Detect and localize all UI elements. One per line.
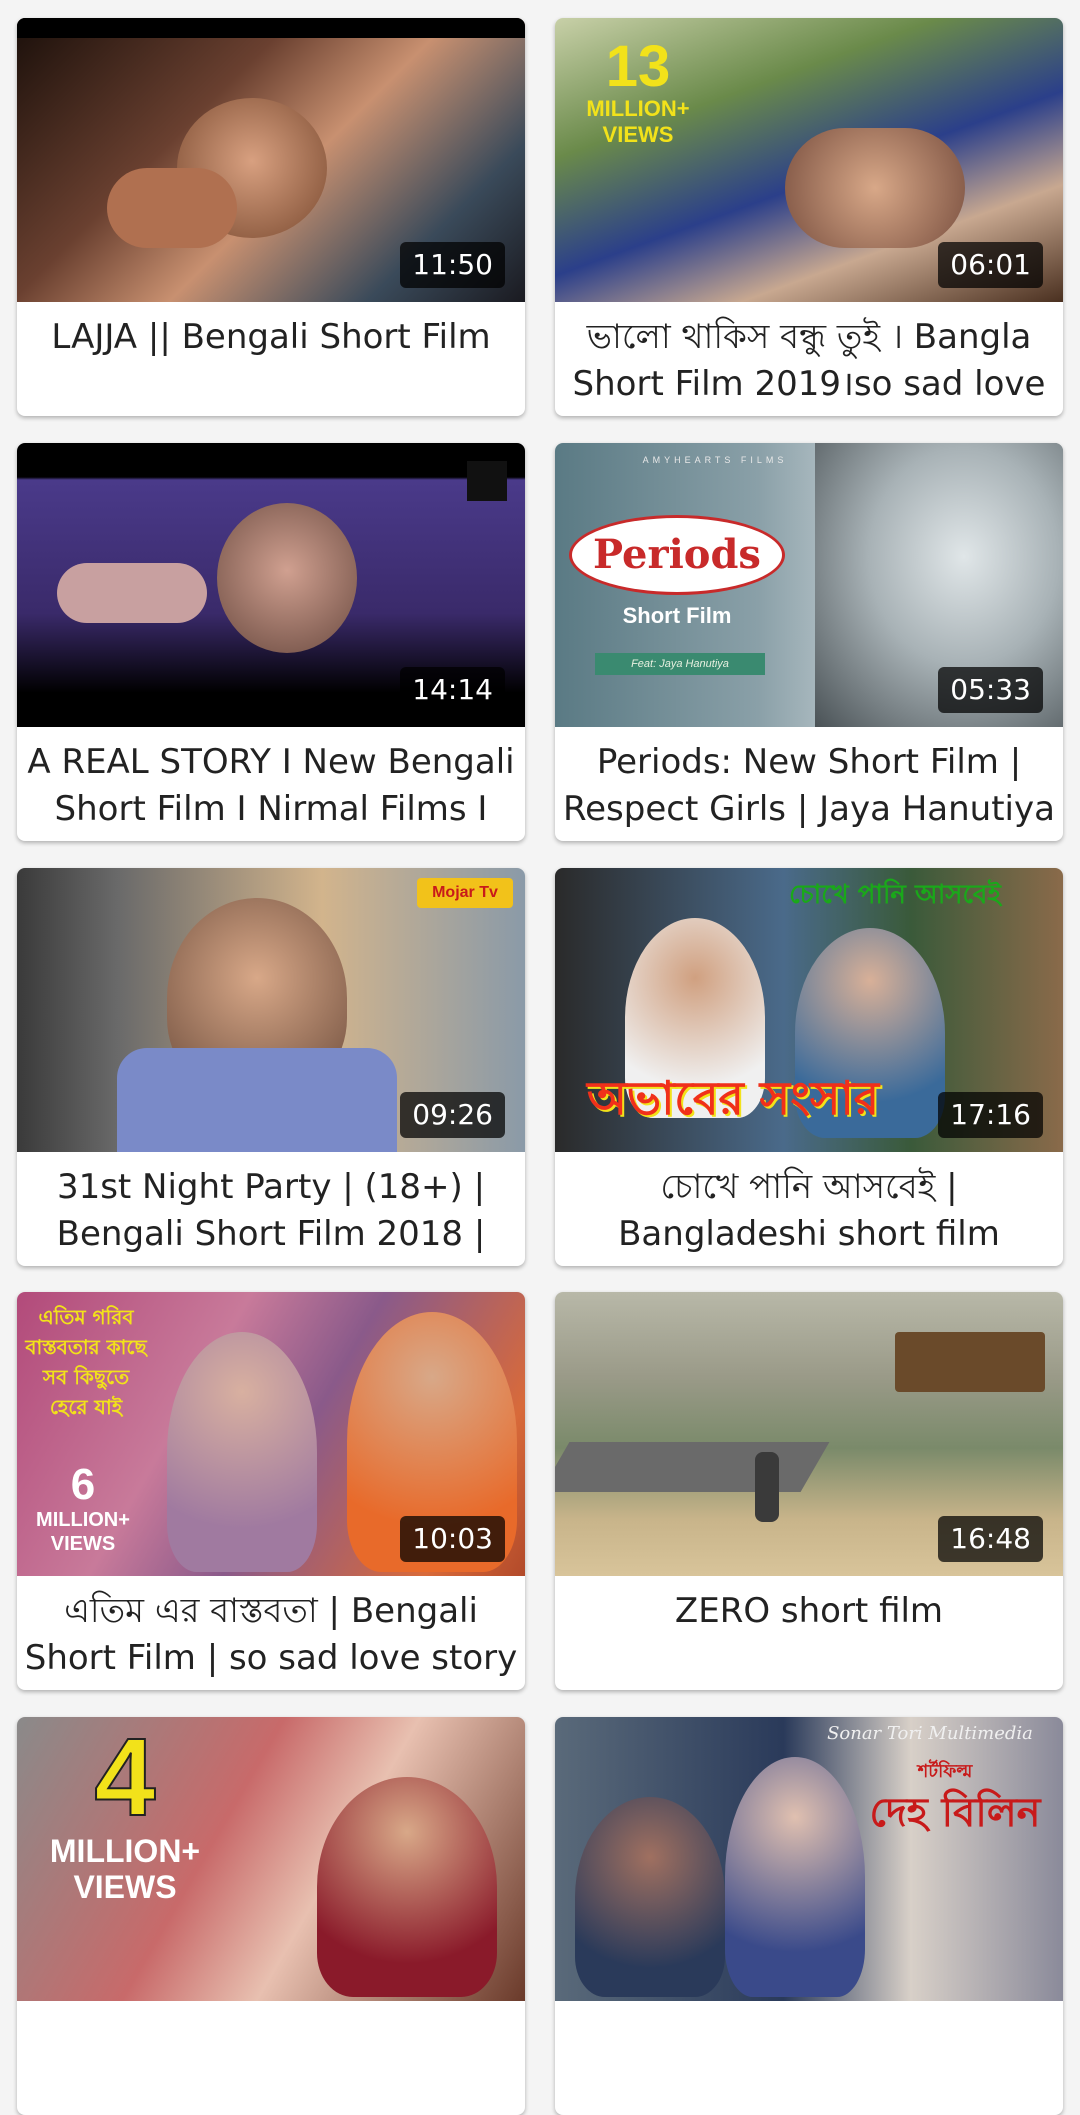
video-card[interactable]: 16:48 ZERO short film — [555, 1292, 1063, 1690]
video-card[interactable]: AMYHEARTS FILMS Periods Short Film Feat:… — [555, 443, 1063, 841]
video-card[interactable]: Mojar Tv 09:26 31st Night Party | (18+) … — [17, 868, 525, 1266]
duration-badge: 06:01 — [938, 242, 1043, 288]
brand-label: AMYHEARTS FILMS — [642, 455, 788, 465]
video-title[interactable]: ভালো থাকিস বন্ধু তুই । Bangla Short Film… — [555, 302, 1063, 410]
video-title[interactable]: চোখে পানি আসবেই | Bangladeshi short film — [555, 1152, 1063, 1260]
bengali-overlay: এতিম গরিব বাস্তবতার কাছে সব কিছুতে হেরে … — [25, 1305, 147, 1419]
thumbnail-title-art: অভাবের সংসার — [586, 1071, 880, 1125]
video-title[interactable]: 31st Night Party | (18+) | Bengali Short… — [17, 1152, 525, 1260]
title-badge: Periods — [569, 515, 785, 595]
video-card[interactable]: 14:14 A REAL STORY I New Bengali Short F… — [17, 443, 525, 841]
feat-label: Feat: Jaya Hanutiya — [595, 653, 765, 675]
video-title[interactable]: Periods: New Short Film | Respect Girls … — [555, 727, 1063, 835]
video-card[interactable]: 13 MILLION+ VIEWS 06:01 ভালো থাকিস বন্ধু… — [555, 18, 1063, 416]
channel-logo: Mojar Tv — [417, 878, 513, 908]
video-card[interactable]: চোখে পানি আসবেই অভাবের সংসার 17:16 চোখে … — [555, 868, 1063, 1266]
brand-label: Sonar Tori Multimedia — [827, 1723, 1033, 1744]
video-thumbnail[interactable]: 4 MILLION+ VIEWS — [17, 1717, 525, 2001]
video-title[interactable]: LAJJA || Bengali Short Film — [17, 302, 525, 410]
thumbnail-title-art: দেহ বিলিন — [869, 1790, 1041, 1836]
video-card[interactable]: 11:50 LAJJA || Bengali Short Film — [17, 18, 525, 416]
duration-badge: 09:26 — [400, 1092, 505, 1138]
video-thumbnail[interactable]: 13 MILLION+ VIEWS 06:01 — [555, 18, 1063, 302]
video-thumbnail[interactable]: Mojar Tv 09:26 — [17, 868, 525, 1152]
duration-badge: 17:16 — [938, 1092, 1043, 1138]
video-grid: 11:50 LAJJA || Bengali Short Film 13 MIL… — [0, 0, 1080, 2115]
video-title[interactable]: A REAL STORY I New Bengali Short Film I … — [17, 727, 525, 835]
video-thumbnail[interactable]: 16:48 — [555, 1292, 1063, 1576]
duration-badge: 16:48 — [938, 1516, 1043, 1562]
video-thumbnail[interactable]: 14:14 — [17, 443, 525, 727]
video-thumbnail[interactable]: 11:50 — [17, 18, 525, 302]
views-overlay: 6 MILLION+ VIEWS — [36, 1460, 130, 1556]
thumbnail-caption: চোখে পানি আসবেই — [789, 880, 1001, 910]
video-title[interactable]: এতিম এর বাস্তবতা | Bengali Short Film | … — [17, 1576, 525, 1684]
video-thumbnail[interactable]: এতিম গরিব বাস্তবতার কাছে সব কিছুতে হেরে … — [17, 1292, 525, 1576]
duration-badge: 05:33 — [938, 667, 1043, 713]
subtitle-label: Short Film — [622, 603, 732, 628]
duration-badge: 11:50 — [400, 242, 505, 288]
duration-badge: 10:03 — [400, 1516, 505, 1562]
video-card[interactable]: 4 MILLION+ VIEWS — [17, 1717, 525, 2115]
views-overlay: 13 MILLION+ VIEWS — [586, 34, 690, 148]
video-card[interactable]: এতিম গরিব বাস্তবতার কাছে সব কিছুতে হেরে … — [17, 1292, 525, 1690]
video-card[interactable]: Sonar Tori Multimedia শর্টফিল্ম দেহ বিলি… — [555, 1717, 1063, 2115]
video-thumbnail[interactable]: Sonar Tori Multimedia শর্টফিল্ম দেহ বিলি… — [555, 1717, 1063, 2001]
video-thumbnail[interactable]: চোখে পানি আসবেই অভাবের সংসার 17:16 — [555, 868, 1063, 1152]
duration-badge: 14:14 — [400, 667, 505, 713]
views-overlay: 4 MILLION+ VIEWS — [49, 1717, 201, 1906]
video-title[interactable]: ZERO short film — [555, 1576, 1063, 1684]
video-thumbnail[interactable]: AMYHEARTS FILMS Periods Short Film Feat:… — [555, 443, 1063, 727]
